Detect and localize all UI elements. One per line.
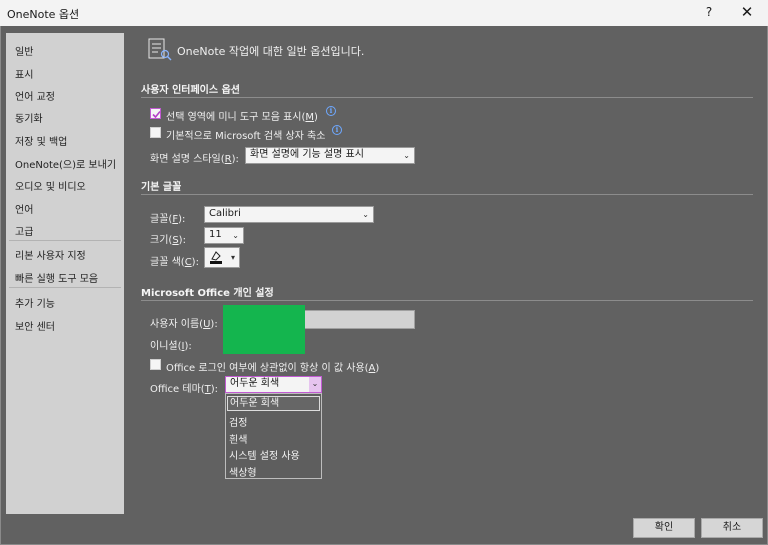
chevron-down-icon: ⌄ [362, 210, 369, 219]
collapse-search-label: 기본적으로 Microsoft 검색 상자 축소 [166, 131, 326, 142]
size-value: 11 [209, 229, 222, 240]
office-theme-select[interactable]: 어두운 회색 ⌄ [225, 376, 322, 393]
office-theme-label: Office 테마(T): [150, 384, 219, 395]
info-icon[interactable]: i [332, 125, 342, 135]
info-icon[interactable]: i [326, 106, 336, 116]
font-color-button[interactable]: ▾ [204, 247, 240, 268]
options-dialog: 일반 표시 언어 교정 동기화 저장 및 백업 OneNote(으)로 보내기 … [0, 26, 768, 545]
username-label: 사용자 이름(U): [150, 319, 218, 330]
font-select[interactable]: Calibri ⌄ [204, 206, 374, 223]
chevron-down-icon: ⌄ [309, 377, 321, 392]
intro-text: OneNote 작업에 대한 일반 옵션입니다. [177, 45, 365, 58]
help-button[interactable]: ? [702, 5, 716, 19]
section-heading-default-font: 기본 글꼴 [141, 182, 182, 193]
close-button[interactable]: ✕ [736, 3, 758, 21]
font-value: Calibri [209, 208, 241, 219]
theme-option-system[interactable]: 시스템 설정 사용 [229, 447, 300, 462]
mini-toolbar-label: 선택 영역에 미니 도구 모음 표시(M) [166, 112, 318, 123]
screentip-style-label: 화면 설명 스타일(R): [150, 154, 239, 165]
general-options-icon [148, 38, 172, 61]
theme-option-white[interactable]: 흰색 [229, 431, 247, 446]
size-select[interactable]: 11 ⌄ [204, 227, 244, 244]
office-theme-dropdown: 어두운 회색 검정 흰색 시스템 설정 사용 색상형 [225, 393, 322, 479]
mini-toolbar-checkbox[interactable] [150, 108, 161, 119]
theme-option-colorful[interactable]: 색상형 [229, 464, 257, 479]
ok-button[interactable]: 확인 [633, 518, 695, 538]
always-use-checkbox[interactable] [150, 359, 161, 370]
section-heading-ui-options: 사용자 인터페이스 옵션 [141, 85, 240, 96]
section-divider [141, 194, 753, 195]
size-label: 크기(S): [150, 235, 186, 246]
font-label: 글꼴(F): [150, 214, 186, 225]
section-heading-personalize: Microsoft Office 개인 설정 [141, 288, 274, 299]
main-panel: OneNote 작업에 대한 일반 옵션입니다. 사용자 인터페이스 옵션 선택… [1, 26, 768, 545]
title-bar: OneNote 옵션 ? ✕ [0, 0, 768, 26]
chevron-down-icon: ▾ [230, 253, 235, 262]
chevron-down-icon: ⌄ [403, 151, 410, 160]
collapse-search-checkbox[interactable] [150, 127, 161, 138]
window-title: OneNote 옵션 [7, 8, 80, 21]
cancel-button[interactable]: 취소 [701, 518, 763, 538]
section-divider [141, 300, 753, 301]
redaction-block [223, 305, 305, 354]
initials-label: 이니셜(I): [150, 341, 192, 352]
font-color-label: 글꼴 색(C): [150, 257, 199, 268]
screentip-style-select[interactable]: 화면 설명에 기능 설명 표시 ⌄ [245, 147, 415, 164]
theme-option-black[interactable]: 검정 [229, 414, 247, 429]
theme-option-dark-gray[interactable]: 어두운 회색 [227, 396, 320, 411]
screentip-style-value: 화면 설명에 기능 설명 표시 [250, 149, 364, 160]
office-theme-value: 어두운 회색 [230, 378, 280, 389]
font-color-icon [210, 251, 222, 264]
section-divider [141, 97, 753, 98]
chevron-down-icon: ⌄ [232, 231, 239, 240]
always-use-label: Office 로그인 여부에 상관없이 항상 이 값 사용(A) [166, 363, 380, 374]
checkmark-icon [152, 110, 161, 119]
